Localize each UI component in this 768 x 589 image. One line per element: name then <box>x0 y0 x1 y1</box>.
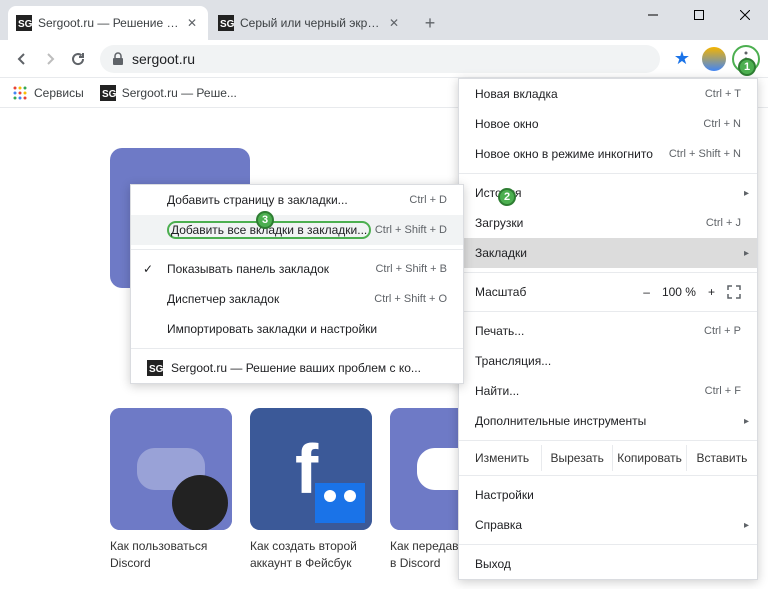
check-icon: ✓ <box>143 262 153 276</box>
submenu-add-page[interactable]: Добавить страницу в закладки...Ctrl + D <box>131 185 463 215</box>
minimize-button[interactable] <box>630 0 676 30</box>
favicon-icon: SG <box>16 15 32 31</box>
close-window-button[interactable] <box>722 0 768 30</box>
zoom-value: 100 % <box>662 285 696 299</box>
close-tab-icon[interactable]: ✕ <box>184 15 200 31</box>
zoom-in-button[interactable]: + <box>708 285 715 299</box>
fullscreen-icon[interactable] <box>727 285 741 299</box>
back-button[interactable] <box>8 45 36 73</box>
menu-copy[interactable]: Копировать <box>613 445 687 471</box>
favicon-icon: SG <box>100 85 116 101</box>
bookmark-label: Sergoot.ru — Реше... <box>122 86 237 100</box>
annotation-badge-3: 3 <box>256 211 274 229</box>
menu-separator <box>131 249 463 250</box>
menu-print[interactable]: Печать...Ctrl + P <box>459 316 757 346</box>
forward-button[interactable] <box>36 45 64 73</box>
annotation-badge-2: 2 <box>498 188 516 206</box>
maximize-button[interactable] <box>676 0 722 30</box>
menu-separator <box>459 173 757 174</box>
menu-edit-label: Изменить <box>459 445 542 471</box>
menu-cast[interactable]: Трансляция... <box>459 346 757 376</box>
submenu-bookmark-entry[interactable]: SG Sergoot.ru — Решение ваших проблем с … <box>131 353 463 383</box>
svg-text:SG: SG <box>102 89 116 100</box>
menu-separator <box>459 272 757 273</box>
menu-separator <box>459 544 757 545</box>
menu-cut[interactable]: Вырезать <box>542 445 613 471</box>
menu-new-window[interactable]: Новое окноCtrl + N <box>459 109 757 139</box>
address-bar[interactable]: sergoot.ru <box>100 45 660 73</box>
menu-edit-row: Изменить Вырезать Копировать Вставить <box>459 445 757 471</box>
menu-paste[interactable]: Вставить <box>687 445 757 471</box>
profile-avatar[interactable] <box>702 47 726 71</box>
menu-new-tab[interactable]: Новая вкладкаCtrl + T <box>459 79 757 109</box>
menu-more-tools[interactable]: Дополнительные инструменты▸ <box>459 406 757 436</box>
svg-text:SG: SG <box>220 19 234 30</box>
window-controls <box>630 0 768 30</box>
menu-incognito[interactable]: Новое окно в режиме инкогнитоCtrl + Shif… <box>459 139 757 169</box>
favicon-icon: SG <box>147 360 163 376</box>
toolbar: sergoot.ru ★ <box>0 40 768 78</box>
bookmark-item[interactable]: SG Sergoot.ru — Реше... <box>100 85 237 101</box>
titlebar: SG Sergoot.ru — Решение ваших п ✕ SG Сер… <box>0 0 768 40</box>
menu-exit[interactable]: Выход <box>459 549 757 579</box>
menu-separator <box>131 348 463 349</box>
submenu-bookmark-manager[interactable]: Диспетчер закладокCtrl + Shift + O <box>131 284 463 314</box>
chevron-right-icon: ▸ <box>744 520 749 531</box>
menu-downloads[interactable]: ЗагрузкиCtrl + J <box>459 208 757 238</box>
menu-find[interactable]: Найти...Ctrl + F <box>459 376 757 406</box>
favicon-icon: SG <box>218 15 234 31</box>
chevron-right-icon: ▸ <box>744 416 749 427</box>
annotation-badge-1: 1 <box>738 58 756 76</box>
card-image: f <box>250 408 372 530</box>
tab-title: Серый или черный экран при з <box>240 16 386 30</box>
svg-text:SG: SG <box>149 364 163 375</box>
chevron-right-icon: ▸ <box>744 188 749 199</box>
bookmark-star-icon[interactable]: ★ <box>674 48 690 69</box>
menu-zoom: Масштаб – 100 % + <box>459 277 757 307</box>
menu-separator <box>459 440 757 441</box>
card-title: Как создать второй аккаунт в Фейсбук <box>250 538 372 572</box>
submenu-show-bookmarks-bar[interactable]: ✓Показывать панель закладокCtrl + Shift … <box>131 254 463 284</box>
card-item[interactable]: f Как создать второй аккаунт в Фейсбук <box>250 408 372 572</box>
apps-icon <box>12 85 28 101</box>
card-image <box>110 408 232 530</box>
menu-bookmarks[interactable]: Закладки▸ <box>459 238 757 268</box>
close-tab-icon[interactable]: ✕ <box>386 15 402 31</box>
reload-button[interactable] <box>64 45 92 73</box>
apps-shortcut[interactable]: Сервисы <box>12 85 84 101</box>
submenu-add-all-tabs[interactable]: Добавить все вкладки в закладки...Ctrl +… <box>131 215 463 245</box>
bookmarks-submenu: Добавить страницу в закладки...Ctrl + D … <box>130 184 464 384</box>
svg-text:SG: SG <box>18 19 32 30</box>
chevron-right-icon: ▸ <box>744 248 749 259</box>
card-title: Как пользоваться Discord <box>110 538 232 572</box>
menu-separator <box>459 475 757 476</box>
card-item[interactable]: Как пользоваться Discord <box>110 408 232 572</box>
menu-help[interactable]: Справка▸ <box>459 510 757 540</box>
chrome-main-menu: Новая вкладкаCtrl + T Новое окноCtrl + N… <box>458 78 758 580</box>
submenu-import[interactable]: Импортировать закладки и настройки <box>131 314 463 344</box>
new-tab-button[interactable]: + <box>416 9 444 37</box>
browser-tab-1[interactable]: SG Sergoot.ru — Решение ваших п ✕ <box>8 6 208 40</box>
menu-separator <box>459 311 757 312</box>
lock-icon <box>112 52 124 66</box>
tab-title: Sergoot.ru — Решение ваших п <box>38 16 184 30</box>
url-text: sergoot.ru <box>132 51 195 67</box>
zoom-out-button[interactable]: – <box>643 285 650 299</box>
menu-settings[interactable]: Настройки <box>459 480 757 510</box>
browser-tab-2[interactable]: SG Серый или черный экран при з ✕ <box>210 6 410 40</box>
apps-label: Сервисы <box>34 86 84 100</box>
